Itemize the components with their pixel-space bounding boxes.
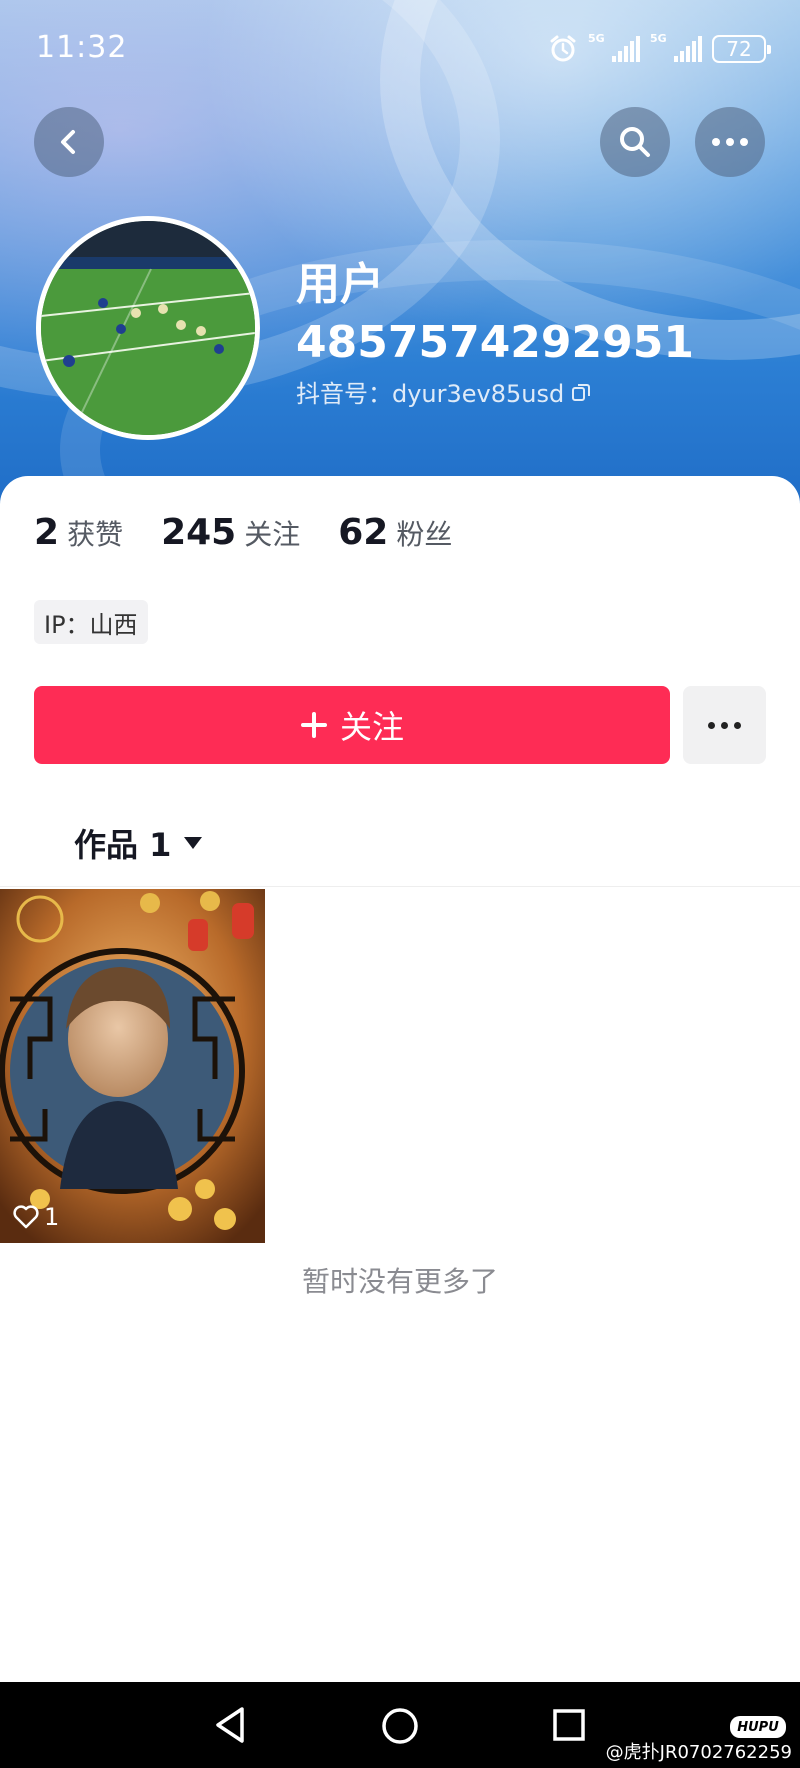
stat-likes-label: 获赞 [67, 518, 124, 551]
stats-row: 2 获赞 245 关注 62 粉丝 [34, 512, 452, 553]
alarm-icon [550, 35, 576, 62]
stat-followers[interactable]: 62 粉丝 [338, 512, 452, 553]
stat-followers-value: 62 [338, 512, 389, 553]
caret-down-icon [184, 837, 203, 849]
avatar[interactable] [36, 216, 260, 440]
tab-divider [0, 886, 800, 887]
signal-icon-sim1: 5G [588, 32, 640, 62]
stat-following-value: 245 [161, 512, 237, 553]
ip-location-text: IP：山西 [44, 610, 138, 639]
more-actions-button[interactable] [683, 686, 766, 764]
copy-icon[interactable] [570, 381, 592, 403]
stat-likes-value: 2 [34, 512, 60, 553]
battery-icon: 72 [712, 35, 771, 63]
stat-following-label: 关注 [244, 518, 301, 551]
search-icon [620, 127, 650, 157]
signal-icon-sim2: 5G [650, 32, 702, 62]
video-likes: 1 [12, 1203, 59, 1231]
video-thumbnail[interactable]: 1 [0, 889, 265, 1243]
network-type-label: 5G [650, 32, 667, 45]
hupu-logo: HUPU [730, 1716, 786, 1738]
tab-works[interactable]: 作品 1 [74, 820, 203, 866]
stat-followers-label: 粉丝 [396, 518, 453, 551]
more-icon [712, 138, 748, 146]
stat-following[interactable]: 245 关注 [161, 512, 300, 553]
status-time: 11:32 [36, 30, 128, 65]
profile-name-line1: 用户 [296, 259, 384, 310]
no-more-content-text: 暂时没有更多了 [301, 1265, 498, 1298]
avatar-image [41, 221, 255, 435]
network-type-label: 5G [588, 32, 605, 45]
more-options-button[interactable] [695, 107, 765, 177]
battery-level: 72 [726, 37, 752, 61]
follow-button-label: 关注 [339, 708, 404, 746]
stat-likes[interactable]: 2 获赞 [34, 512, 123, 553]
profile-content-card: 2 获赞 245 关注 62 粉丝 IP：山西 关注 作品 1 1 暂时没有更多… [0, 476, 800, 1682]
tab-works-label: 作品 1 [74, 826, 172, 864]
home-nav-icon[interactable] [381, 1707, 419, 1745]
video-cover-image [0, 889, 265, 1243]
more-dot [708, 721, 715, 729]
more-dot [734, 721, 741, 729]
heart-icon [13, 1205, 39, 1229]
video-likes-count: 1 [44, 1203, 60, 1231]
douyin-id[interactable]: 抖音号：dyur3ev85usd [296, 374, 592, 409]
profile-name-line2: 4857574292951 [296, 317, 694, 368]
plus-icon [300, 712, 327, 738]
status-bar: 11:32 5G 5G 72 [0, 0, 800, 100]
ip-location-tag: IP：山西 [34, 600, 148, 644]
system-navigation-bar: HUPU @虎扑JR0702762259 [0, 1682, 800, 1768]
back-nav-icon[interactable] [212, 1706, 248, 1744]
search-button[interactable] [600, 107, 670, 177]
follow-button[interactable]: 关注 [34, 686, 670, 764]
douyin-id-text: 抖音号：dyur3ev85usd [296, 380, 565, 408]
profile-name: 用户 4857574292951 [296, 256, 694, 372]
more-dot [721, 721, 728, 729]
back-button[interactable] [34, 107, 104, 177]
watermark-text: @虎扑JR0702762259 [605, 1742, 792, 1763]
status-icons: 5G 5G 72 [548, 32, 771, 64]
recents-nav-icon[interactable] [552, 1708, 586, 1742]
chevron-left-icon [61, 130, 75, 154]
